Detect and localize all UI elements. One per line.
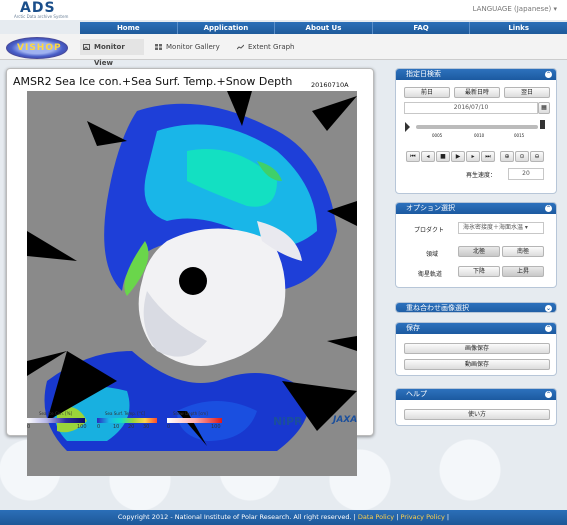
legend-tick: 20 (128, 424, 135, 430)
help-panel: ヘルプ ⌃ 使い方 (395, 388, 557, 426)
latest-date-button[interactable]: 最新日時 (454, 87, 500, 98)
sub-navigation: VISHOP Monitor View Monitor Gallery Exte… (0, 34, 567, 67)
zoom-out-icon[interactable]: ⊖ (530, 151, 544, 162)
slider-tick: 0015 (514, 133, 525, 138)
language-selector[interactable]: LANGUAGE (Japanese) ▾ (473, 5, 557, 13)
stop-button[interactable]: ■ (436, 151, 450, 162)
legend-tick: 0 (97, 424, 101, 430)
overlay-panel: 重ね合わせ画像選択 ⌄ (395, 302, 557, 313)
viewer-title: AMSR2 Sea Ice con.+Sea Surf. Temp.+Snow … (13, 75, 293, 88)
legend-tick: 10 (113, 424, 120, 430)
tab-extent-graph[interactable]: Extent Graph (234, 39, 304, 55)
vishop-logo[interactable]: VISHOP (6, 37, 68, 59)
region-label: 領域 (426, 251, 439, 258)
orbit-ascending-button[interactable]: 上昇 (502, 266, 544, 277)
last-frame-button[interactable]: ⏭ (481, 151, 495, 162)
save-panel: 保存 ⌃ 画像保存 動画保存 (395, 322, 557, 376)
playback-speed-input[interactable]: 20 (508, 168, 544, 180)
line-chart-icon (237, 44, 244, 50)
chevron-down-icon[interactable]: ⌄ (545, 305, 552, 312)
legend-sst-bar (97, 418, 157, 423)
usage-button[interactable]: 使い方 (404, 409, 550, 420)
orbit-label: 衛星軌道 (418, 271, 443, 278)
overlay-header[interactable]: 重ね合わせ画像選択 ⌄ (396, 303, 556, 312)
ads-tagline: Arctic Data archive System (14, 14, 69, 19)
legend-snow-label: Snow Depth [cm] (173, 411, 208, 416)
product-label: プロダクト (414, 227, 445, 234)
date-search-panel: 指定日検索 ⌃ 前日 最新日時 翌日 2016/07/10 ▦ 0005 0010… (395, 68, 557, 194)
slider-end-handle[interactable] (540, 120, 545, 129)
step-back-button[interactable]: ◂ (421, 151, 435, 162)
data-policy-link[interactable]: Data Policy (358, 513, 394, 521)
nipr-logo: NiPR (273, 415, 303, 428)
step-forward-button[interactable]: ▸ (466, 151, 480, 162)
top-header: ADS Arctic Data archive System LANGUAGE … (0, 0, 567, 20)
grid-icon (155, 44, 162, 50)
option-panel: オプション選択 ⌃ プロダクト 海氷密接度＋海面水温 ▾ 領域 北極 南極 衛星軌… (395, 202, 557, 288)
nav-application[interactable]: Application (178, 22, 276, 34)
save-header[interactable]: 保存 ⌃ (396, 323, 556, 334)
help-header[interactable]: ヘルプ ⌃ (396, 389, 556, 400)
product-select[interactable]: 海氷密接度＋海面水温 ▾ (458, 222, 544, 234)
previous-day-button[interactable]: 前日 (404, 87, 450, 98)
frame-slider-track[interactable] (416, 125, 538, 129)
ads-logo[interactable]: ADS Arctic Data archive System (14, 0, 74, 20)
legend-tick: 100 (77, 424, 87, 430)
legend-sea-ice-bar (27, 418, 85, 423)
legend-sea-ice-label: Sea Ice Con. [%] (39, 411, 73, 416)
viewer-date-code: 20160710A (311, 81, 349, 89)
monitor-viewer: AMSR2 Sea Ice con.+Sea Surf. Temp.+Snow … (6, 68, 374, 476)
save-image-button[interactable]: 画像保存 (404, 343, 550, 354)
next-day-button[interactable]: 翌日 (504, 87, 550, 98)
chevron-up-icon[interactable]: ⌃ (545, 71, 552, 78)
slider-tick: 0010 (474, 133, 485, 138)
legend-tick: 30 (143, 424, 150, 430)
calendar-icon[interactable]: ▦ (538, 102, 550, 114)
color-legends: Sea Ice Con. [%] 0 100 Sea Surf. Temp. [… (27, 411, 222, 431)
region-arctic-button[interactable]: 北極 (458, 246, 500, 257)
image-icon (83, 44, 90, 50)
copyright-text: Copyright 2012 - National Institute of P… (117, 513, 356, 521)
nav-about-us[interactable]: About Us (275, 22, 373, 34)
chevron-up-icon[interactable]: ⌃ (545, 391, 552, 398)
legend-snow-bar (167, 418, 222, 423)
legend-sst-label: Sea Surf. Temp. [°C] (105, 411, 146, 416)
region-antarctic-button[interactable]: 南極 (502, 246, 544, 257)
first-frame-button[interactable]: ⏮ (406, 151, 420, 162)
chevron-up-icon[interactable]: ⌃ (545, 325, 552, 332)
orbit-descending-button[interactable]: 下降 (458, 266, 500, 277)
legend-tick: 0 (27, 424, 31, 430)
save-movie-button[interactable]: 動画保存 (404, 359, 550, 370)
footer-separator: | (446, 513, 450, 521)
tab-monitor-gallery[interactable]: Monitor Gallery (152, 39, 228, 55)
zoom-in-icon[interactable]: ⊕ (500, 151, 514, 162)
nav-faq[interactable]: FAQ (373, 22, 471, 34)
play-button[interactable]: ▶ (451, 151, 465, 162)
privacy-policy-link[interactable]: Privacy Policy (401, 513, 445, 521)
date-input[interactable]: 2016/07/10 (404, 102, 538, 114)
legend-tick: 0 (167, 424, 171, 430)
nav-home[interactable]: Home (80, 22, 178, 34)
footer-separator: | (396, 513, 399, 521)
playback-speed-label: 再生速度： (466, 172, 497, 179)
date-search-header[interactable]: 指定日検索 ⌃ (396, 69, 556, 80)
jaxa-logo: JAXA (333, 415, 358, 425)
slider-tick: 0005 (432, 133, 443, 138)
zoom-reset-icon[interactable]: ⊙ (515, 151, 529, 162)
option-header[interactable]: オプション選択 ⌃ (396, 203, 556, 214)
footer: Copyright 2012 - National Institute of P… (0, 510, 567, 525)
tab-monitor-view[interactable]: Monitor View (80, 39, 144, 67)
main-nav: Home Application About Us FAQ Links (80, 22, 567, 34)
nav-links[interactable]: Links (470, 22, 567, 34)
legend-tick: 100 (211, 424, 221, 430)
chevron-up-icon[interactable]: ⌃ (545, 205, 552, 212)
slider-start-handle[interactable] (405, 122, 410, 132)
